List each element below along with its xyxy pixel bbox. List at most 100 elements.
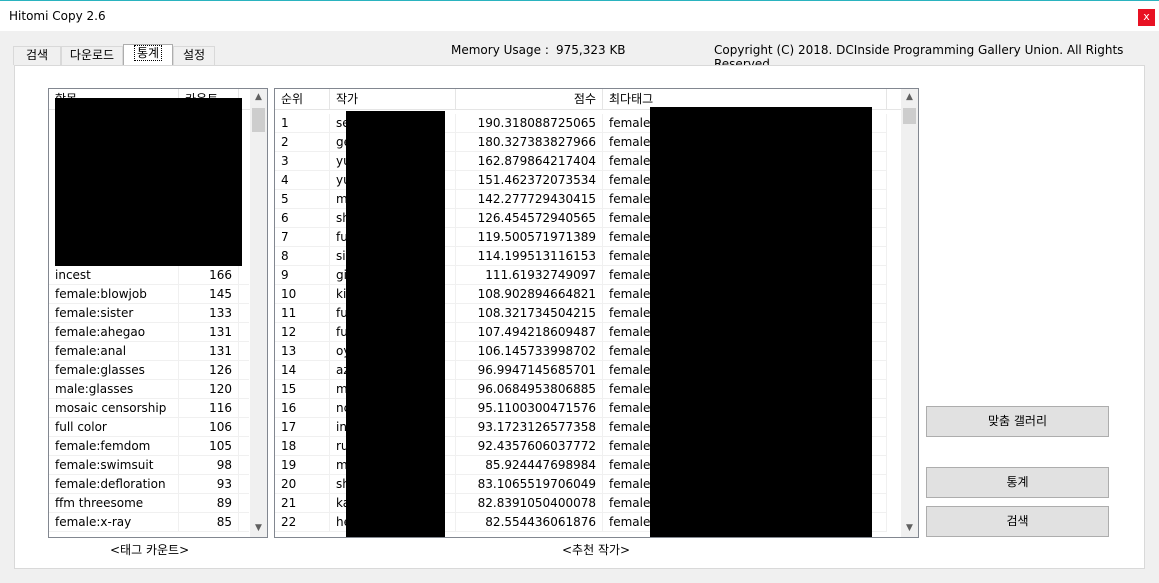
artist-rank: 8 xyxy=(275,247,330,266)
tag-name: ffm threesome xyxy=(49,494,179,513)
tab-label: 통계 xyxy=(133,45,163,61)
artist-rank: 20 xyxy=(275,475,330,494)
tag-count: 126 xyxy=(179,361,239,380)
scroll-down-arrow-icon[interactable]: ▼ xyxy=(901,520,918,537)
match-gallery-button[interactable]: 맞춤 갤러리 xyxy=(926,406,1109,437)
scroll-down-arrow-icon[interactable]: ▼ xyxy=(250,520,267,537)
artist-score: 82.554436061876 xyxy=(456,513,603,532)
list-item[interactable]: incest 166 xyxy=(49,266,249,285)
tab-stats[interactable]: 통계 xyxy=(123,44,173,66)
tag-count: 133 xyxy=(179,304,239,323)
scroll-up-arrow-icon[interactable]: ▲ xyxy=(250,89,267,106)
artist-rank: 18 xyxy=(275,437,330,456)
artist-rank: 13 xyxy=(275,342,330,361)
scroll-thumb[interactable] xyxy=(252,108,265,132)
artist-rank: 2 xyxy=(275,133,330,152)
column-header-top-tag[interactable]: 최다태그 xyxy=(603,89,887,109)
list-item[interactable]: female:defloration 93 xyxy=(49,475,249,494)
artist-rank: 4 xyxy=(275,171,330,190)
artist-rank: 7 xyxy=(275,228,330,247)
tag-name: female:glasses xyxy=(49,361,179,380)
artist-score: 119.500571971389 xyxy=(456,228,603,247)
redaction-block xyxy=(650,107,872,537)
tag-name: incest xyxy=(49,266,179,285)
tag-name: female:blowjob xyxy=(49,285,179,304)
column-header-artist[interactable]: 작가 xyxy=(330,89,456,109)
tab-settings[interactable]: 설정 xyxy=(173,46,215,65)
artist-score: 180.327383827966 xyxy=(456,133,603,152)
list-item[interactable]: female:blowjob 145 xyxy=(49,285,249,304)
close-button[interactable]: x xyxy=(1138,9,1155,26)
tag-name: female:femdom xyxy=(49,437,179,456)
tag-name: female:swimsuit xyxy=(49,456,179,475)
tag-count: 120 xyxy=(179,380,239,399)
tag-count: 116 xyxy=(179,399,239,418)
list-item[interactable]: female:ahegao 131 xyxy=(49,323,249,342)
artist-score: 107.494218609487 xyxy=(456,323,603,342)
tag-name: male:glasses xyxy=(49,380,179,399)
list-item[interactable]: mosaic censorship 116 xyxy=(49,399,249,418)
tab-label: 설정 xyxy=(182,48,206,62)
list-item[interactable]: male:glasses 120 xyxy=(49,380,249,399)
tag-count: 85 xyxy=(179,513,239,532)
artist-rank: 10 xyxy=(275,285,330,304)
recommended-artist-list[interactable]: 순위 작가 점수 최다태그 1 se 190.318088725065 female:… xyxy=(274,88,919,538)
tag-count: 145 xyxy=(179,285,239,304)
list-item[interactable]: female:swimsuit 98 xyxy=(49,456,249,475)
list-item[interactable]: ffm threesome 89 xyxy=(49,494,249,513)
artist-score: 162.879864217404 xyxy=(456,152,603,171)
artist-score: 108.321734504215 xyxy=(456,304,603,323)
artist-score: 95.1100300471576 xyxy=(456,399,603,418)
artist-score: 96.9947145685701 xyxy=(456,361,603,380)
artist-score: 83.1065519706049 xyxy=(456,475,603,494)
artist-score: 114.199513116153 xyxy=(456,247,603,266)
tag-count: 105 xyxy=(179,437,239,456)
artist-rank: 22 xyxy=(275,513,330,532)
redaction-block xyxy=(55,98,242,266)
list-item[interactable]: female:femdom 105 xyxy=(49,437,249,456)
artist-rank: 17 xyxy=(275,418,330,437)
artist-rank: 11 xyxy=(275,304,330,323)
artist-score: 151.462372073534 xyxy=(456,171,603,190)
list-item[interactable]: female:x-ray 85 xyxy=(49,513,249,532)
list-item[interactable]: female:anal 131 xyxy=(49,342,249,361)
column-header-score[interactable]: 점수 xyxy=(456,89,603,109)
vertical-scrollbar[interactable]: ▲ ▼ xyxy=(250,89,267,537)
artist-rank: 6 xyxy=(275,209,330,228)
column-header-rank[interactable]: 순위 xyxy=(275,89,330,109)
memory-usage-value: 975,323 KB xyxy=(556,43,626,57)
artist-score: 92.4357606037772 xyxy=(456,437,603,456)
artist-score: 106.145733998702 xyxy=(456,342,603,361)
tab-label: 다운로드 xyxy=(69,48,115,62)
tag-count: 131 xyxy=(179,323,239,342)
tab-search[interactable]: 검색 xyxy=(13,46,61,65)
window-title: Hitomi Copy 2.6 xyxy=(9,9,106,23)
artist-rank: 14 xyxy=(275,361,330,380)
tab-label: 검색 xyxy=(25,48,49,62)
tag-count-caption: <태그 카운트> xyxy=(110,543,190,557)
vertical-scrollbar[interactable]: ▲ ▼ xyxy=(901,89,918,537)
artist-rank: 3 xyxy=(275,152,330,171)
artist-score: 111.61932749097 xyxy=(456,266,603,285)
artist-score: 82.8391050400078 xyxy=(456,494,603,513)
tag-name: female:defloration xyxy=(49,475,179,494)
artist-rank: 21 xyxy=(275,494,330,513)
search-button[interactable]: 검색 xyxy=(926,506,1109,537)
tag-count: 131 xyxy=(179,342,239,361)
artist-rank: 9 xyxy=(275,266,330,285)
list-item[interactable]: female:glasses 126 xyxy=(49,361,249,380)
tag-count: 93 xyxy=(179,475,239,494)
list-item[interactable]: female:sister 133 xyxy=(49,304,249,323)
tag-count: 166 xyxy=(179,266,239,285)
artist-rank: 16 xyxy=(275,399,330,418)
tab-download[interactable]: 다운로드 xyxy=(61,46,123,65)
artist-rank: 1 xyxy=(275,114,330,133)
artist-score: 126.454572940565 xyxy=(456,209,603,228)
tag-name: full color xyxy=(49,418,179,437)
scroll-thumb[interactable] xyxy=(903,108,916,124)
stats-button[interactable]: 통계 xyxy=(926,467,1109,498)
scroll-up-arrow-icon[interactable]: ▲ xyxy=(901,89,918,106)
tag-name: female:anal xyxy=(49,342,179,361)
list-item[interactable]: full color 106 xyxy=(49,418,249,437)
tag-count-list[interactable]: 항목 카운트 incest166female:blowjob145female:… xyxy=(48,88,268,538)
